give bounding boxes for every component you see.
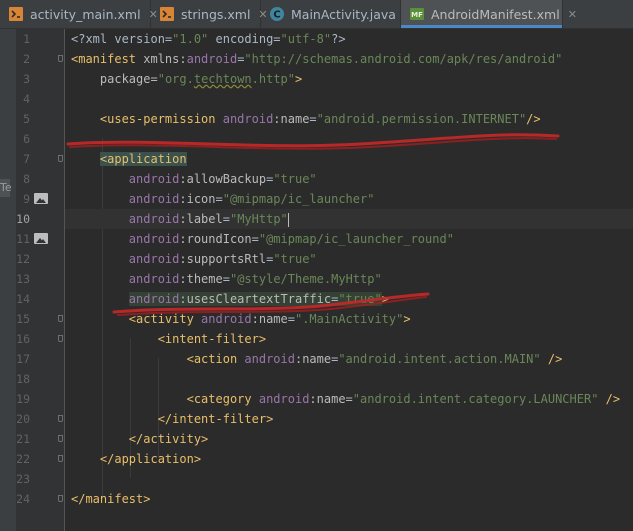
java-class-icon: C xyxy=(270,7,284,21)
line-number: 7 xyxy=(23,152,30,166)
manifest-file-icon: MF xyxy=(410,8,424,20)
fold-marker-icon[interactable] xyxy=(58,335,63,342)
code-line: <uses-permission android:name="android.p… xyxy=(99,112,541,126)
code-line: <?xml version="1.0" encoding="utf-8"?> xyxy=(71,32,346,46)
tab-strings-xml[interactable]: strings.xml ✕ xyxy=(151,0,268,28)
code-line: package="org.techtown.http"> xyxy=(99,72,303,86)
line-number: 18 xyxy=(16,372,30,386)
code-line: android:usesCleartextTraffic="true"> xyxy=(128,292,389,306)
tab-label: MainActivity.java xyxy=(291,6,396,22)
image-preview-icon[interactable] xyxy=(34,193,48,204)
svg-text:C: C xyxy=(273,10,280,21)
code-line: <manifest xmlns:android="http://schemas.… xyxy=(71,52,563,66)
line-number: 24 xyxy=(16,492,30,506)
code-line: <activity android:name=".MainActivity"> xyxy=(128,312,411,326)
xml-file-icon xyxy=(9,7,23,21)
line-number: 20 xyxy=(16,412,30,426)
line-number-current: 10 xyxy=(16,212,30,226)
code-line: android:roundIcon="@mipmap/ic_launcher_r… xyxy=(128,232,454,246)
fold-marker-icon[interactable] xyxy=(58,495,63,502)
line-number: 8 xyxy=(23,172,30,186)
code-line: </activity> xyxy=(128,432,209,446)
code-line: android:icon="@mipmap/ic_launcher" xyxy=(128,192,375,206)
close-icon[interactable]: ✕ xyxy=(568,8,577,21)
code-line: android:allowBackup="true" xyxy=(128,172,317,186)
line-number: 21 xyxy=(16,432,30,446)
line-number: 6 xyxy=(23,132,30,146)
editor-tab-bar: activity_main.xml ✕ strings.xml ✕ C Main… xyxy=(0,0,633,29)
line-number: 17 xyxy=(16,352,30,366)
line-number: 4 xyxy=(23,92,30,106)
text-cursor xyxy=(287,212,289,227)
code-line: </application> xyxy=(99,452,202,466)
tab-mainactivity-java[interactable]: C MainActivity.java ✕ xyxy=(261,0,413,28)
line-number: 23 xyxy=(16,472,30,486)
tab-androidmanifest-xml[interactable]: MF AndroidManifest.xml ✕ xyxy=(401,0,577,28)
tab-label: activity_main.xml xyxy=(30,6,141,22)
code-line: <action android:name="android.intent.act… xyxy=(186,352,563,366)
code-editor[interactable]: <?xml version="1.0" encoding="utf-8"?> <… xyxy=(65,29,633,531)
line-number: 16 xyxy=(16,332,30,346)
code-line: android:supportsRtl="true" xyxy=(128,252,317,266)
xml-file-icon xyxy=(160,7,174,21)
line-number: 14 xyxy=(16,292,30,306)
line-number: 12 xyxy=(16,252,30,266)
line-number: 3 xyxy=(23,72,30,86)
code-line: <category android:name="android.intent.c… xyxy=(186,392,621,406)
svg-text:MF: MF xyxy=(411,11,423,19)
tab-label: strings.xml xyxy=(181,6,251,22)
fold-marker-icon[interactable] xyxy=(58,435,63,442)
fold-marker-icon[interactable] xyxy=(58,155,63,162)
line-number: 2 xyxy=(23,52,30,66)
line-number: 11 xyxy=(16,232,30,246)
line-number: 13 xyxy=(16,272,30,286)
line-number: 1 xyxy=(23,32,30,46)
code-line: <application xyxy=(99,152,187,166)
code-line: <intent-filter> xyxy=(157,332,267,346)
fold-marker-icon[interactable] xyxy=(58,415,63,422)
fold-marker-icon[interactable] xyxy=(58,55,63,62)
code-line-current: android:label="MyHttp" xyxy=(65,209,633,229)
line-number: 9 xyxy=(23,192,30,206)
line-number: 15 xyxy=(16,312,30,326)
code-line: </intent-filter> xyxy=(157,412,274,426)
fold-marker-icon[interactable] xyxy=(58,315,63,322)
code-line: android:theme="@style/Theme.MyHttp" xyxy=(128,272,382,286)
project-panel-edge: Te xyxy=(0,29,16,531)
code-line: </manifest> xyxy=(71,492,151,506)
tab-activity-main-xml[interactable]: activity_main.xml ✕ xyxy=(0,0,158,28)
fold-marker-icon[interactable] xyxy=(58,455,63,462)
line-number: 5 xyxy=(23,112,30,126)
tab-label: AndroidManifest.xml xyxy=(431,6,560,22)
line-number: 19 xyxy=(16,392,30,406)
panel-glyph: Te xyxy=(0,179,12,197)
editor-window: activity_main.xml ✕ strings.xml ✕ C Main… xyxy=(0,0,633,531)
line-number: 22 xyxy=(16,452,30,466)
image-preview-icon[interactable] xyxy=(34,233,48,244)
